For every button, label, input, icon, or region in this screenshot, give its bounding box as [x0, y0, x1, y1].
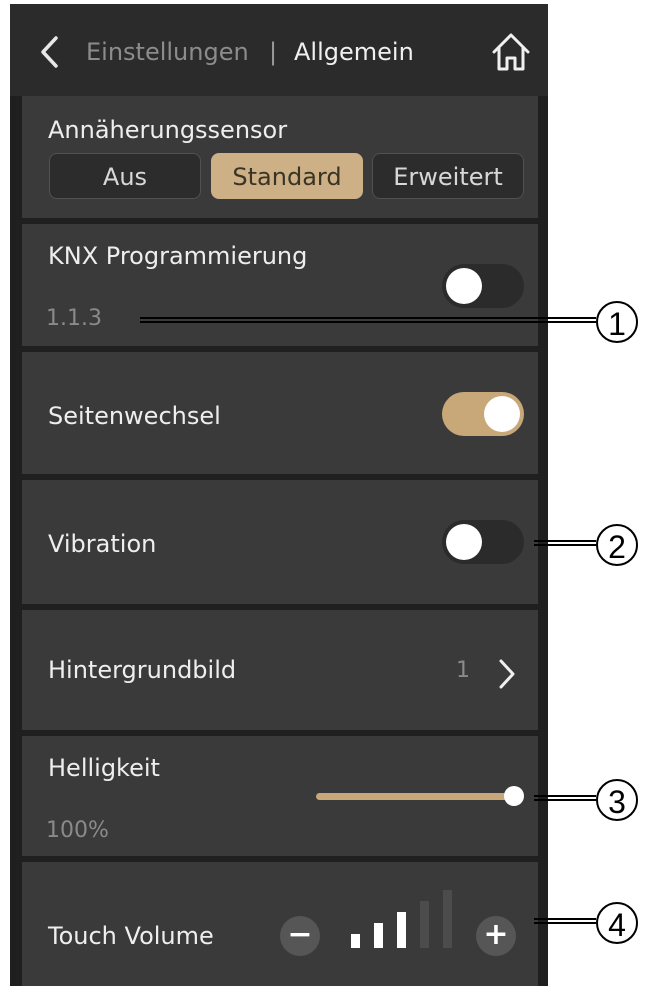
touch-volume-label: Touch Volume — [48, 922, 214, 950]
home-icon[interactable] — [490, 30, 532, 74]
vibration-card: Vibration — [22, 480, 538, 604]
chevron-right-icon[interactable] — [498, 658, 516, 690]
callout-line-3 — [534, 795, 596, 801]
touch-volume-card: Touch Volume − + — [22, 862, 538, 986]
wallpaper-value: 1 — [456, 658, 470, 683]
toggle-knob — [446, 268, 482, 304]
callout-number-4: 4 — [596, 902, 638, 944]
callout-number-1: 1 — [596, 301, 638, 343]
proximity-option-off[interactable]: Aus — [49, 153, 201, 199]
header-bar: Einstellungen | Allgemein — [10, 4, 548, 96]
vibration-toggle[interactable] — [442, 520, 524, 564]
brightness-slider-track[interactable] — [316, 793, 516, 800]
toggle-knob — [446, 524, 482, 560]
volume-bar — [420, 901, 429, 948]
proximity-sensor-card: Annäherungssensor Aus Standard Erweitert — [22, 96, 538, 218]
knx-programming-label: KNX Programmierung — [48, 242, 308, 270]
wallpaper-row[interactable]: Hintergrundbild 1 — [22, 610, 538, 730]
vibration-label: Vibration — [48, 530, 157, 558]
page-change-toggle[interactable] — [442, 392, 524, 436]
chevron-left-icon[interactable] — [38, 34, 60, 70]
callout-line-2 — [534, 540, 596, 546]
breadcrumb-separator: | — [269, 38, 278, 66]
knx-programming-toggle[interactable] — [442, 264, 524, 308]
volume-decrease-button[interactable]: − — [280, 916, 320, 956]
brightness-value: 100% — [46, 818, 109, 843]
brightness-label: Helligkeit — [48, 754, 160, 782]
knx-address: 1.1.3 — [46, 306, 102, 331]
proximity-option-standard[interactable]: Standard — [211, 153, 363, 199]
page-title: Allgemein — [294, 38, 414, 66]
brightness-slider-thumb[interactable] — [504, 786, 524, 806]
brightness-card: Helligkeit 100% — [22, 736, 538, 856]
knx-programming-card: KNX Programmierung 1.1.3 — [22, 224, 538, 346]
volume-bar — [351, 934, 360, 948]
toggle-knob — [484, 396, 520, 432]
callout-line-4 — [534, 918, 596, 924]
volume-bar — [374, 923, 383, 948]
page-change-card: Seitenwechsel — [22, 352, 538, 474]
proximity-sensor-label: Annäherungssensor — [48, 116, 288, 144]
page-change-label: Seitenwechsel — [48, 402, 221, 430]
callout-number-2: 2 — [596, 524, 638, 566]
callout-number-3: 3 — [596, 779, 638, 821]
volume-increase-button[interactable]: + — [476, 916, 516, 956]
wallpaper-label: Hintergrundbild — [48, 656, 237, 684]
proximity-option-extended[interactable]: Erweitert — [372, 153, 524, 199]
callout-line-1 — [140, 317, 596, 323]
volume-bar — [443, 890, 452, 948]
volume-bar — [397, 912, 406, 948]
breadcrumb-parent[interactable]: Einstellungen — [86, 38, 249, 66]
